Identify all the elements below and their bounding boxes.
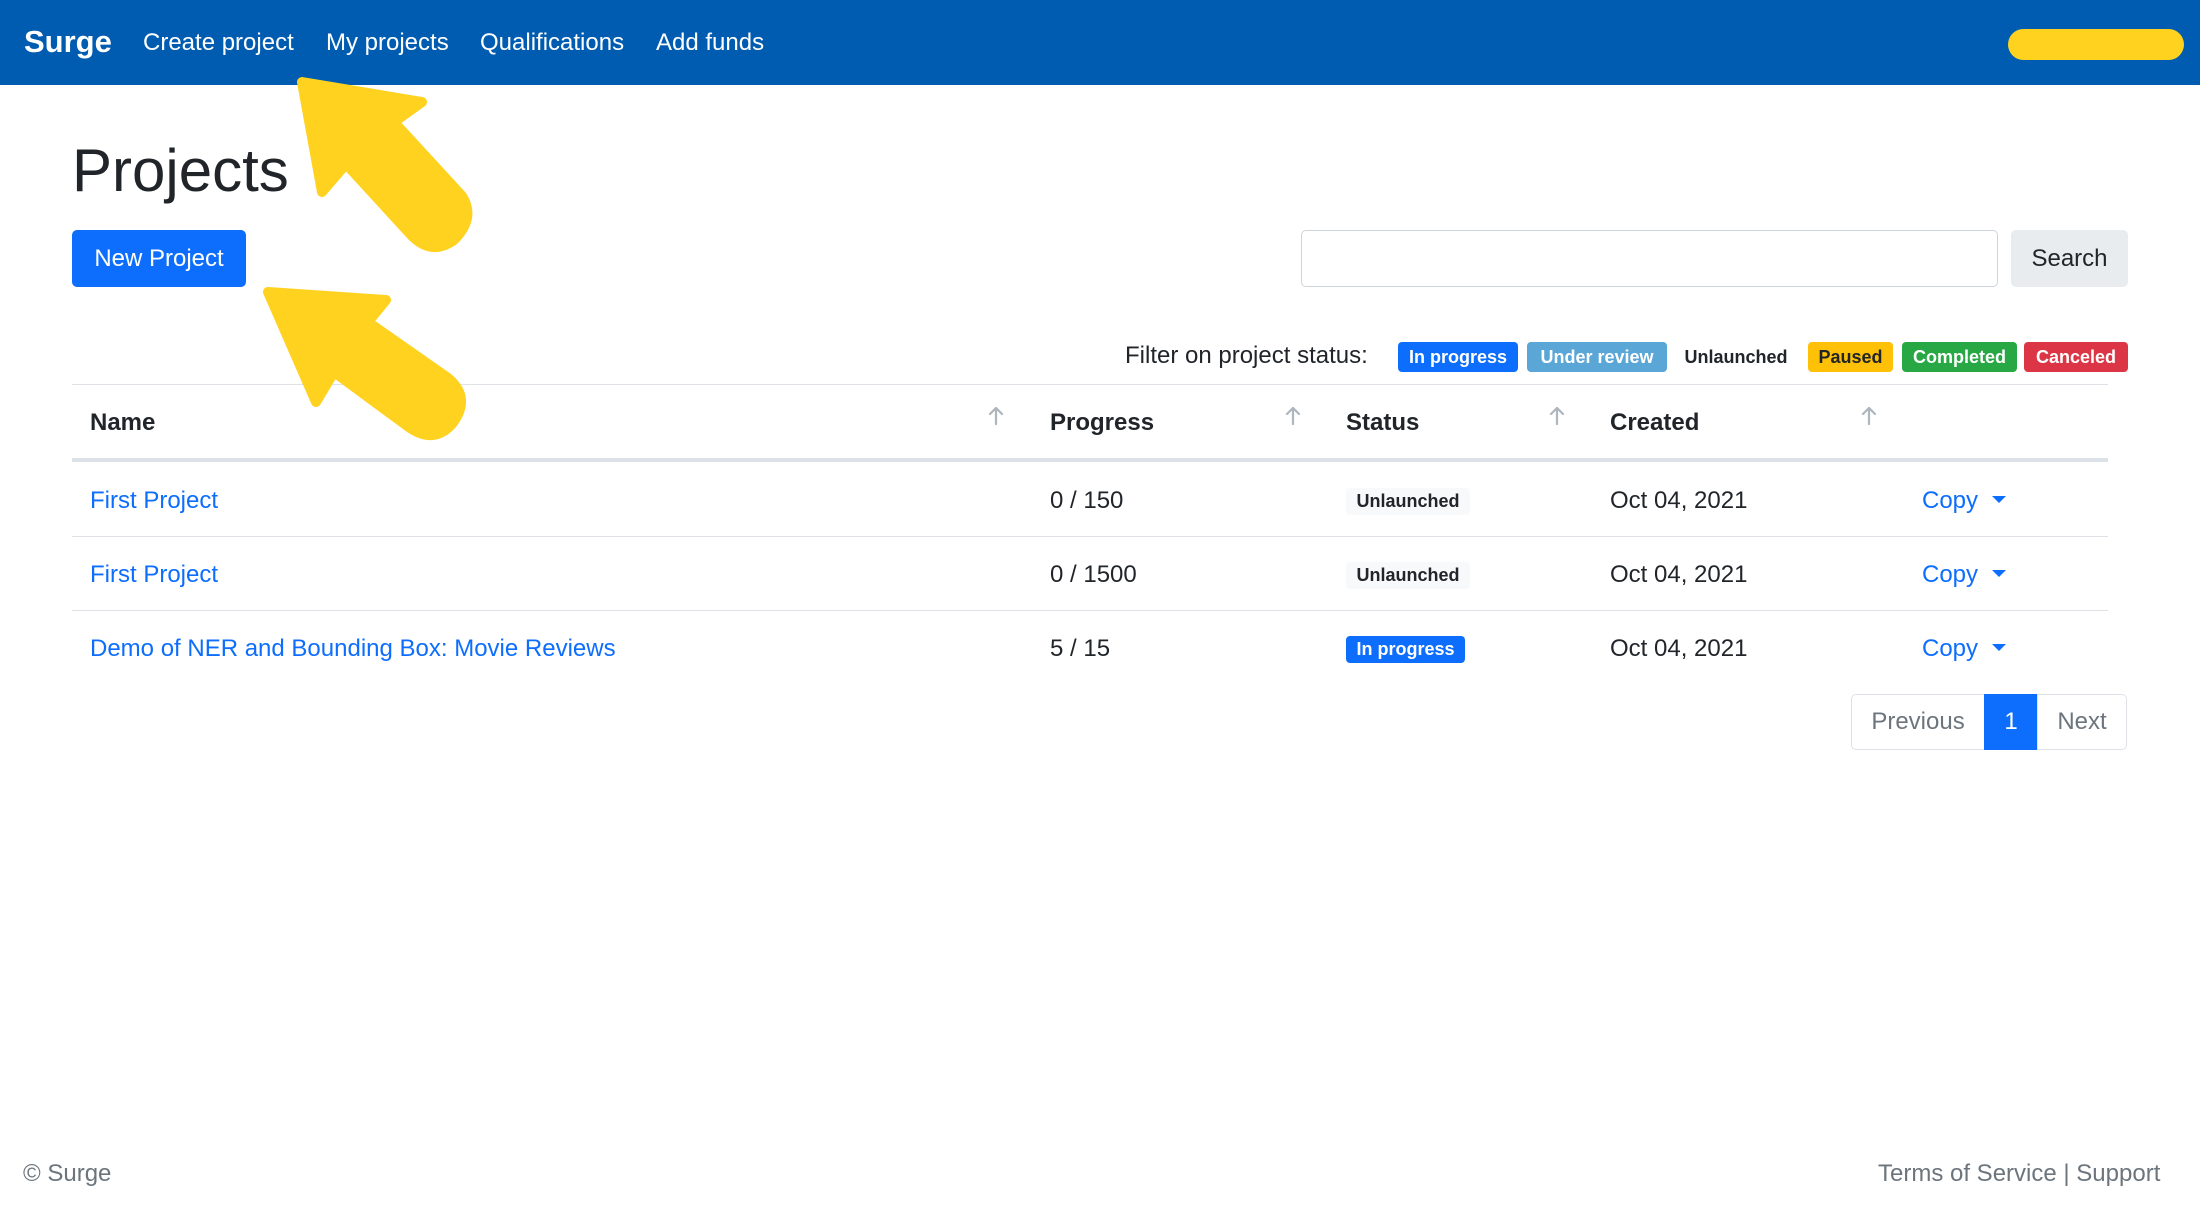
- arrow-to-create-project: [297, 77, 473, 252]
- annotation-arrows: [263, 77, 473, 440]
- arrow-to-new-project: [263, 287, 466, 440]
